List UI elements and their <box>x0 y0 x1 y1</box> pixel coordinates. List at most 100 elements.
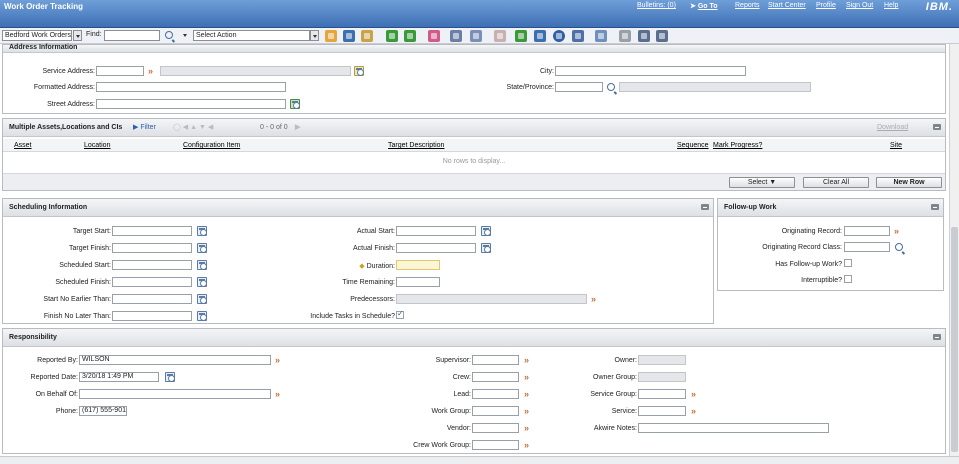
find-options-dropdown[interactable] <box>181 30 190 41</box>
interruptible-checkbox[interactable] <box>844 275 852 283</box>
select-action-dropdown[interactable] <box>310 30 319 41</box>
download-link[interactable]: Download <box>877 119 908 137</box>
crew-field[interactable] <box>472 372 519 382</box>
next-record-icon[interactable] <box>404 30 416 42</box>
on-behalf-field[interactable] <box>79 389 271 399</box>
help-link[interactable]: Help <box>884 2 898 9</box>
calendar-icon[interactable] <box>197 277 207 287</box>
bulletins-link[interactable]: Bulletins: (0) <box>637 2 676 9</box>
copy-template-icon[interactable] <box>595 30 607 42</box>
detail-menu-icon[interactable]: » <box>591 295 599 304</box>
select-owner-icon[interactable] <box>572 30 584 42</box>
start-center-link[interactable]: Start Center <box>768 2 806 9</box>
saved-query-select[interactable]: Bedford Work Orders <box>2 30 72 41</box>
calendar-icon[interactable] <box>197 294 207 304</box>
reports-link[interactable]: Reports <box>735 2 760 9</box>
service-field[interactable] <box>638 406 686 416</box>
col-location[interactable]: Location <box>84 142 110 149</box>
filter-button[interactable]: ▶ Filter <box>133 119 156 137</box>
calendar-icon[interactable] <box>197 260 207 270</box>
new-row-button[interactable]: New Row <box>876 177 942 188</box>
reported-by-field[interactable]: WILSON <box>79 355 271 365</box>
service-address-field[interactable] <box>96 66 144 76</box>
find-input[interactable] <box>104 30 160 41</box>
lookup-icon[interactable] <box>895 243 903 251</box>
collapse-icon[interactable] <box>933 334 941 340</box>
detail-menu-icon[interactable]: » <box>275 390 283 399</box>
barcode-icon[interactable] <box>534 30 546 42</box>
previous-record-icon[interactable] <box>386 30 398 42</box>
originating-record-class-field[interactable] <box>844 242 890 252</box>
phone-field[interactable]: (617) 555-9017 <box>79 406 127 416</box>
calendar-icon[interactable] <box>165 372 175 382</box>
state-lookup-icon[interactable] <box>607 83 615 91</box>
has-followup-checkbox[interactable] <box>844 259 852 267</box>
calendar-icon[interactable] <box>197 226 207 236</box>
calendar-icon[interactable] <box>197 311 207 321</box>
target-start-field[interactable] <box>112 226 192 236</box>
actual-finish-field[interactable] <box>396 243 476 253</box>
col-site[interactable]: Site <box>890 142 902 149</box>
time-remaining-field[interactable] <box>396 277 440 287</box>
street-address-field[interactable] <box>96 99 286 109</box>
state-field[interactable] <box>555 82 603 92</box>
print-alt-icon[interactable] <box>656 30 668 42</box>
complete-icon[interactable] <box>553 30 565 42</box>
detail-menu-icon[interactable]: » <box>524 407 532 416</box>
scrollbar-thumb[interactable] <box>951 227 958 452</box>
detail-menu-icon[interactable]: » <box>524 356 532 365</box>
col-asset[interactable]: Asset <box>14 142 32 149</box>
select-button[interactable]: Select ▼ <box>729 177 795 188</box>
select-action-select[interactable]: Select Action <box>193 30 310 41</box>
clear-changes-icon[interactable] <box>361 30 373 42</box>
detail-menu-icon[interactable]: » <box>524 390 532 399</box>
scheduled-finish-field[interactable] <box>112 277 192 287</box>
start-no-earlier-field[interactable] <box>112 294 192 304</box>
vertical-scrollbar[interactable] <box>949 44 959 456</box>
formatted-address-field[interactable] <box>96 82 286 92</box>
collapse-icon[interactable] <box>933 124 941 130</box>
saved-query-dropdown[interactable] <box>73 30 82 41</box>
goto-link[interactable]: ➤ Go To <box>690 2 718 10</box>
detail-menu-icon[interactable]: » <box>691 407 699 416</box>
new-record-icon[interactable] <box>325 30 337 42</box>
col-target-description[interactable]: Target Description <box>388 142 444 149</box>
finish-no-later-field[interactable] <box>112 311 192 321</box>
vendor-field[interactable] <box>472 423 519 433</box>
reported-date-field[interactable]: 3/20/18 1:49 PM <box>79 372 159 382</box>
service-group-field[interactable] <box>638 389 686 399</box>
akwire-notes-field[interactable] <box>638 423 829 433</box>
supervisor-field[interactable] <box>472 355 519 365</box>
map-icon[interactable] <box>354 66 364 76</box>
duration-field[interactable] <box>396 260 440 270</box>
detail-menu-icon[interactable]: » <box>524 441 532 450</box>
save-icon[interactable] <box>343 30 355 42</box>
approve-icon[interactable] <box>515 30 527 42</box>
collapse-icon[interactable] <box>701 204 709 210</box>
crew-work-group-field[interactable] <box>472 440 519 450</box>
col-configuration-item[interactable]: Configuration Item <box>183 142 240 149</box>
route-workflow-icon[interactable] <box>450 30 462 42</box>
actual-start-field[interactable] <box>396 226 476 236</box>
include-tasks-checkbox[interactable] <box>396 309 404 319</box>
detail-menu-icon[interactable]: » <box>275 356 283 365</box>
col-sequence[interactable]: Sequence <box>677 142 709 149</box>
change-status-icon[interactable] <box>428 30 440 42</box>
clear-all-button[interactable]: Clear All <box>803 177 869 188</box>
print-icon[interactable] <box>638 30 650 42</box>
detail-menu-icon[interactable]: » <box>148 67 156 76</box>
address-lookup-icon[interactable] <box>290 99 300 109</box>
calendar-icon[interactable] <box>481 226 491 236</box>
calendar-icon[interactable] <box>197 243 207 253</box>
col-mark-progress[interactable]: Mark Progress? <box>713 142 762 149</box>
collapse-icon[interactable] <box>931 204 939 210</box>
assign-icon[interactable] <box>470 30 482 42</box>
search-icon[interactable] <box>165 31 173 39</box>
scheduled-start-field[interactable] <box>112 260 192 270</box>
report-icon[interactable] <box>619 30 631 42</box>
originating-record-field[interactable] <box>844 226 890 236</box>
next-page-icon[interactable]: ▶ <box>295 119 300 137</box>
city-field[interactable] <box>555 66 746 76</box>
detail-menu-icon[interactable]: » <box>524 373 532 382</box>
target-finish-field[interactable] <box>112 243 192 253</box>
